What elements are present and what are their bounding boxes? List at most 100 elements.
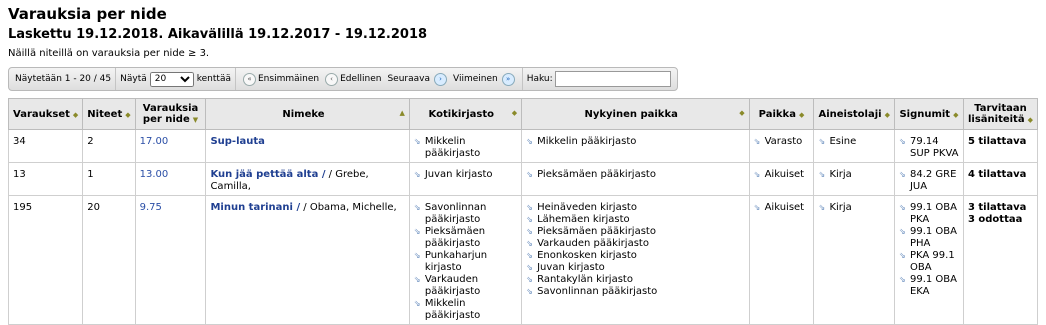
callnumber-item: ⇘ 99.1 OBA EKA <box>898 274 958 297</box>
bullet-icon: ⇘ <box>898 227 906 236</box>
type-item: ⇘ Kirja <box>818 202 852 213</box>
home-library: ⇘ Punkaharjun kirjasto <box>413 250 488 273</box>
cell-title: Kun jää pettää alta / / Grebe, Camilla, <box>205 162 410 196</box>
col-paikka[interactable]: Paikka ◆ <box>748 98 815 130</box>
cell-home: ⇘ Savonlinnan pääkirjasto ⇘ Pieksämäen pääk… <box>408 195 523 325</box>
cell-ratio: 17.00 <box>134 129 207 163</box>
home-library: ⇘ Mikkelin pääkirjasto <box>413 298 481 321</box>
bullet-icon: ⇘ <box>898 251 906 260</box>
next-icon: › <box>433 72 447 86</box>
home-library: ⇘ Savonlinnan pääkirjasto <box>413 202 487 225</box>
table-row: 195 20 9.75 Minun tarinani / / Obama, Miche… <box>7 195 1039 325</box>
page-size-select[interactable]: 20 <box>149 71 194 87</box>
current-location: ⇘ Heinäveden kirjasto <box>526 202 637 213</box>
bullet-icon: ⇘ <box>526 137 533 146</box>
bullet-icon: ⇘ <box>818 137 826 146</box>
page-subtitle: Laskettu 19.12.2018. Aikavälillä 19.12.2… <box>8 27 428 42</box>
cell-title: Sup-lauta <box>205 129 410 163</box>
cell-type: ⇘ Esine <box>813 129 895 163</box>
current-location: ⇘ Lähemäen kirjasto <box>526 214 630 225</box>
cell-location: ⇘ Aikuiset <box>748 162 815 196</box>
current-location: ⇘ Rantakylän kirjasto <box>526 274 633 285</box>
home-library: ⇘ Mikkelin pääkirjasto <box>413 136 481 159</box>
cell-needed: 4 tilattava <box>962 162 1039 196</box>
col-niteet[interactable]: Niteet ◆ <box>82 98 136 130</box>
bullet-icon: ⇘ <box>753 170 761 179</box>
cell-needed: 5 tilattava <box>962 129 1039 163</box>
cell-current: ⇘ Heinäveden kirjasto ⇘ Lähemäen kirjasto ⇘ P… <box>521 195 750 325</box>
col-ratio[interactable]: Varauksia per nide ▼ <box>134 98 207 130</box>
next-page-button[interactable]: Seuraava › <box>387 72 447 86</box>
bullet-icon: ⇘ <box>526 287 533 296</box>
callnumber-item: ⇘ 79.14 SUP PKVA <box>898 136 959 159</box>
holds-table: Varaukset ◆ Niteet ◆ Varauksia per nide ▼ N… <box>7 98 1039 325</box>
col-signumit[interactable]: Signumit ◆ <box>893 98 964 130</box>
col-tarvitaan[interactable]: Tarvitaan lisäniteitä ◆ <box>962 98 1039 130</box>
bullet-icon: ⇘ <box>413 251 421 260</box>
needed-item: 4 tilattava <box>967 169 1027 180</box>
needed-item: 3 tilattava <box>967 202 1027 213</box>
callnumber-item: ⇘ 84.2 GRE JUA <box>898 169 957 192</box>
bullet-icon: ⇘ <box>526 275 533 284</box>
cell-ratio: 13.00 <box>134 162 207 196</box>
page-title: Varauksia per nide <box>8 5 167 23</box>
search-input[interactable] <box>554 71 671 87</box>
bullet-icon: ⇘ <box>413 170 421 179</box>
current-location: ⇘ Pieksämäen pääkirjasto <box>526 226 656 237</box>
cell-ratio: 9.75 <box>134 195 207 325</box>
cell-items: 20 <box>82 195 136 325</box>
current-location: ⇘ Juvan kirjasto <box>526 262 605 273</box>
needed-item: 5 tilattava <box>967 136 1027 147</box>
prev-page-button[interactable]: ‹ Edellinen <box>325 72 381 86</box>
table-header-row: Varaukset ◆ Niteet ◆ Varauksia per nide ▼ N… <box>7 98 1039 130</box>
cell-holds: 34 <box>7 129 84 163</box>
cell-home: ⇘ Juvan kirjasto <box>408 162 523 196</box>
bullet-icon: ⇘ <box>413 227 421 236</box>
bullet-icon: ⇘ <box>526 215 533 224</box>
col-nimeke[interactable]: Nimeke ▲ <box>205 98 410 130</box>
home-library: ⇘ Varkauden pääkirjasto <box>413 274 481 297</box>
bullet-icon: ⇘ <box>818 203 826 212</box>
cell-items: 1 <box>82 162 136 196</box>
title-link[interactable]: Minun tarinani / <box>210 202 300 213</box>
needed-item: 3 odottaa <box>967 214 1023 225</box>
bullet-icon: ⇘ <box>898 275 906 284</box>
cell-title: Minun tarinani / / Obama, Michelle, <box>205 195 410 325</box>
bullet-icon: ⇘ <box>526 263 533 272</box>
col-kotikirjasto[interactable]: Kotikirjasto ◆ <box>408 98 523 130</box>
show-label: Näytä <box>120 74 147 84</box>
last-icon: » <box>501 72 515 86</box>
last-page-button[interactable]: Viimeinen» <box>453 72 515 86</box>
bullet-icon: ⇘ <box>898 203 906 212</box>
location-item: ⇘ Aikuiset <box>753 202 805 213</box>
home-library: ⇘ Juvan kirjasto <box>413 169 493 180</box>
showing-info: Näytetään 1 - 20 / 45 <box>15 74 112 84</box>
cell-callnums: ⇘ 84.2 GRE JUA <box>893 162 964 196</box>
page-note: Näillä niteillä on varauksia per nide ≥ … <box>8 48 210 59</box>
title-link[interactable]: Sup-lauta <box>210 136 264 147</box>
callnumber-item: ⇘ 99.1 OBA PHA <box>898 226 958 249</box>
bullet-icon: ⇘ <box>413 203 421 212</box>
prev-icon: ‹ <box>325 72 339 86</box>
first-icon: « <box>242 72 256 86</box>
cell-holds: 13 <box>7 162 84 196</box>
current-location: ⇘ Savonlinnan pääkirjasto <box>526 286 658 297</box>
pager-toolbar: Näytetään 1 - 20 / 45 Näytä 20 kenttää «… <box>8 67 678 91</box>
col-aineistolaji[interactable]: Aineistolaji ◆ <box>813 98 895 130</box>
callnumber-item: ⇘ PKA 99.1 OBA <box>898 250 955 273</box>
current-location: ⇘ Enonkosken kirjasto <box>526 250 637 261</box>
bullet-icon: ⇘ <box>898 137 906 146</box>
title-link[interactable]: Kun jää pettää alta / <box>210 169 325 180</box>
cell-type: ⇘ Kirja <box>813 162 895 196</box>
current-location: ⇘ Varkauden pääkirjasto <box>526 238 649 249</box>
cell-needed: 3 tilattava 3 odottaa <box>962 195 1039 325</box>
search-label: Haku: <box>526 74 553 84</box>
cell-location: ⇘ Aikuiset <box>748 195 815 325</box>
first-page-button[interactable]: «Ensimmäinen <box>242 72 319 86</box>
current-location: ⇘ Mikkelin pääkirjasto <box>526 136 637 147</box>
col-varaukset[interactable]: Varaukset ◆ <box>7 98 84 130</box>
cell-callnums: ⇘ 79.14 SUP PKVA <box>893 129 964 163</box>
col-nykyinen-paikka[interactable]: Nykyinen paikka ◆ <box>521 98 750 130</box>
table-row: 13 1 13.00 Kun jää pettää alta / / Grebe, C… <box>7 162 1039 196</box>
bullet-icon: ⇘ <box>753 137 761 146</box>
